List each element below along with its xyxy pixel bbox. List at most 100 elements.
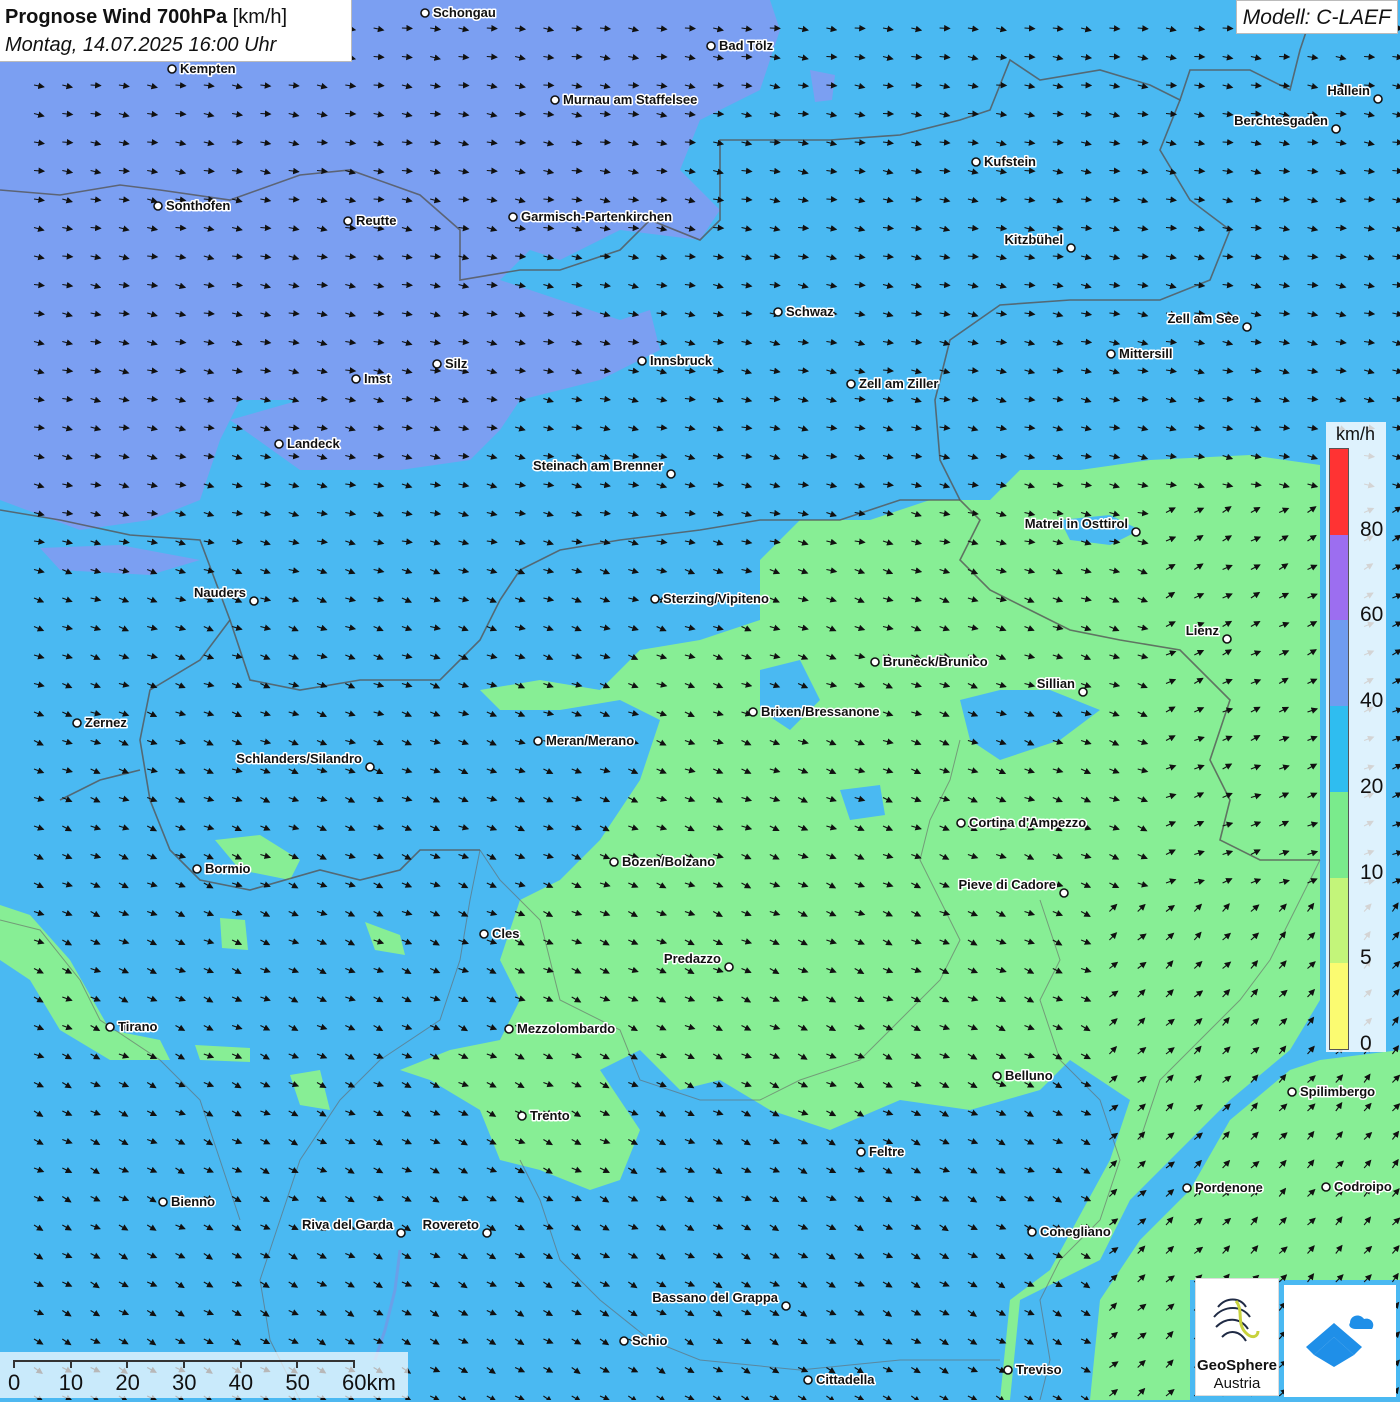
- wind-arrow: [232, 142, 242, 143]
- city-marker[interactable]: Sterzing/Vipiteno: [651, 591, 769, 606]
- city-dot: [344, 217, 352, 225]
- city-marker[interactable]: Brixen/Bressanone: [749, 704, 880, 719]
- wind-arrow: [1279, 57, 1289, 58]
- color-legend: km/h 806040201050: [1326, 422, 1386, 1052]
- wind-arrow: [374, 85, 384, 86]
- wind-arrow: [260, 114, 270, 115]
- city-marker[interactable]: Sonthofen: [154, 198, 230, 213]
- city-label: Zell am See: [1167, 311, 1239, 326]
- map-title-box: Prognose Wind 700hPa [km/h] Montag, 14.0…: [0, 0, 352, 62]
- wind-arrow: [600, 142, 610, 143]
- map-subtitle: Montag, 14.07.2025 16:00 Uhr: [5, 31, 346, 59]
- city-dot: [518, 1112, 526, 1120]
- city-dot: [1107, 350, 1115, 358]
- wind-arrow: [430, 114, 440, 115]
- city-dot: [159, 1198, 167, 1206]
- city-label: Garmisch-Partenkirchen: [521, 209, 672, 224]
- wind-arrow: [62, 142, 72, 143]
- city-marker[interactable]: Cortina d'Ampezzo: [957, 815, 1086, 830]
- wind-arrow: [826, 57, 836, 58]
- wind-arrow: [543, 85, 553, 86]
- wind-arrow: [996, 85, 1006, 86]
- legend-color-segment: [1330, 449, 1348, 535]
- legend-color-segment: [1330, 792, 1348, 878]
- model-label: Modell: C-LAEF: [1236, 0, 1398, 34]
- scale-label: 30: [172, 1370, 196, 1396]
- cloud-mountain-icon: [1284, 1285, 1396, 1397]
- city-label: Bad Tölz: [719, 38, 774, 53]
- city-dot: [774, 308, 782, 316]
- city-label: Reutte: [356, 213, 396, 228]
- map-title-unit: [km/h]: [227, 6, 287, 28]
- wind-arrow: [883, 114, 893, 115]
- city-label: Meran/Merano: [546, 733, 634, 748]
- weather-app-logo: [1284, 1285, 1396, 1397]
- city-marker[interactable]: Murnau am Staffelsee: [551, 92, 697, 107]
- city-marker[interactable]: Innsbruck: [638, 353, 713, 368]
- city-dot: [421, 9, 429, 17]
- city-marker[interactable]: Garmisch-Partenkirchen: [509, 209, 672, 224]
- wind-arrow: [572, 171, 582, 172]
- city-dot: [73, 719, 81, 727]
- city-label: Schwaz: [786, 304, 834, 319]
- city-marker[interactable]: Pordenone: [1183, 1180, 1263, 1195]
- city-marker[interactable]: Schongau: [421, 5, 496, 20]
- city-marker[interactable]: Bruneck/Brunico: [871, 654, 988, 669]
- legend-tick-label: 40: [1360, 689, 1383, 713]
- city-label: Mittersill: [1119, 346, 1172, 361]
- wind-map[interactable]: SchongauBad TölzKemptenMurnau am Staffel…: [0, 0, 1400, 1400]
- wind-arrow: [1109, 57, 1119, 58]
- city-label: Pieve di Cadore: [958, 877, 1056, 892]
- city-dot: [1060, 889, 1068, 897]
- city-label: Silz: [445, 356, 468, 371]
- city-label: Brixen/Bressanone: [761, 704, 880, 719]
- city-label: Steinach am Brenner: [533, 458, 663, 473]
- city-dot: [1223, 635, 1231, 643]
- city-marker[interactable]: Mezzolombardo: [505, 1021, 615, 1036]
- wind-arrow: [968, 114, 978, 115]
- logo-text-line2: Austria: [1196, 1375, 1278, 1392]
- wind-arrow: [713, 114, 723, 115]
- wind-arrow: [345, 114, 355, 115]
- city-dot: [1028, 1228, 1036, 1236]
- legend-tick-label: 20: [1360, 775, 1383, 799]
- city-label: Sonthofen: [166, 198, 230, 213]
- city-label: Mezzolombardo: [517, 1021, 615, 1036]
- city-dot: [972, 158, 980, 166]
- wind-arrow: [1251, 228, 1261, 229]
- city-label: Feltre: [869, 1144, 904, 1159]
- city-dot: [168, 65, 176, 73]
- city-dot: [154, 202, 162, 210]
- city-dot: [534, 737, 542, 745]
- wind-arrow: [119, 171, 129, 172]
- city-dot: [1004, 1366, 1012, 1374]
- wind-arrow: [572, 57, 582, 58]
- city-label: Rovereto: [423, 1217, 479, 1232]
- city-marker[interactable]: Bozen/Bolzano: [610, 854, 715, 869]
- geosphere-logo: GeoSphere Austria: [1195, 1278, 1279, 1396]
- city-marker[interactable]: Meran/Merano: [534, 733, 634, 748]
- scale-label: 10: [59, 1370, 83, 1396]
- city-label: Nauders: [194, 585, 246, 600]
- wind-arrow: [685, 28, 695, 29]
- legend-color-segment: [1330, 878, 1348, 964]
- city-label: Lienz: [1186, 623, 1220, 638]
- city-marker[interactable]: Zell am Ziller: [847, 376, 938, 391]
- wind-arrow: [911, 199, 921, 200]
- city-marker[interactable]: Conegliano: [1028, 1224, 1111, 1239]
- legend-color-bar: [1329, 448, 1349, 1050]
- wind-arrow: [713, 228, 723, 229]
- city-dot: [782, 1302, 790, 1310]
- city-marker[interactable]: Spilimbergo: [1288, 1084, 1375, 1099]
- city-label: Cittadella: [816, 1372, 875, 1387]
- city-dot: [1322, 1183, 1330, 1191]
- city-label: Kitzbühel: [1005, 232, 1064, 247]
- wind-arrow: [487, 57, 497, 58]
- city-dot: [106, 1023, 114, 1031]
- city-dot: [505, 1025, 513, 1033]
- city-dot: [871, 658, 879, 666]
- city-dot: [1183, 1184, 1191, 1192]
- city-dot: [1067, 244, 1075, 252]
- city-label: Sterzing/Vipiteno: [663, 591, 769, 606]
- wind-arrow: [911, 85, 921, 86]
